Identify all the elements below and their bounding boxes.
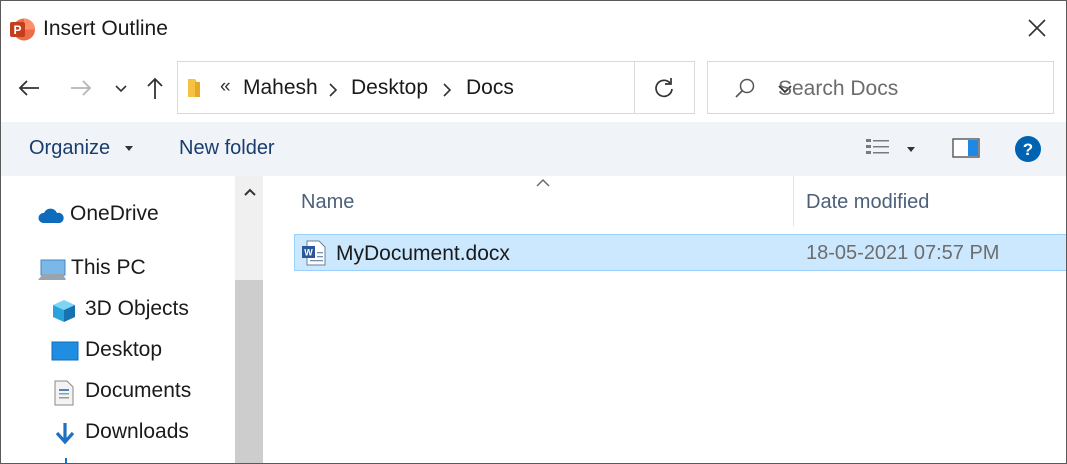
scroll-up-arrow-icon[interactable] [243,186,257,198]
breadcrumb-chevron-icon[interactable] [327,82,339,98]
desktop-icon [51,341,79,361]
search-icon [735,78,755,98]
navigation-pane: OneDrive This PC 3D Objects Desktop Docu… [1,176,263,463]
folder-icon [188,79,200,97]
insert-outline-dialog: P Insert Outline « Mahesh Desktop Docs S… [0,0,1067,464]
address-row: « Mahesh Desktop Docs Search Docs [1,59,1066,115]
nav-item-label: Documents [85,379,192,402]
breadcrumb-mahesh[interactable]: Mahesh [243,76,318,100]
organize-label: Organize [29,137,111,159]
this-pc-icon [38,259,66,280]
up-button[interactable] [141,73,169,103]
svg-text:?: ? [1023,140,1033,159]
breadcrumb-chevron-icon[interactable] [441,82,453,98]
svg-text:W: W [304,248,313,258]
forward-button[interactable] [67,73,95,103]
refresh-icon [655,78,673,98]
search-box[interactable]: Search Docs [707,61,1054,114]
view-options-icon[interactable] [865,137,891,159]
breadcrumb-docs[interactable]: Docs [466,76,514,100]
sort-ascending-icon [536,178,550,187]
column-divider[interactable] [793,176,794,226]
documents-icon [54,380,74,406]
nav-item-label: Desktop [85,338,163,361]
caret-down-icon [124,145,133,151]
svg-text:P: P [13,23,21,37]
dialog-title: Insert Outline [43,17,168,40]
file-name: MyDocument.docx [336,242,510,265]
view-dropdown-caret-icon[interactable] [906,146,916,154]
column-header-name[interactable]: Name [301,191,354,214]
nav-item-label: Downloads [85,420,189,443]
powerpoint-icon: P [10,18,35,41]
word-document-icon: W [302,240,326,266]
nav-item-label: This PC [71,256,146,279]
onedrive-icon [38,208,64,223]
close-button[interactable] [1022,13,1052,43]
file-date-modified: 18-05-2021 07:57 PM [806,242,1000,264]
preview-pane-icon[interactable] [952,137,980,159]
breadcrumb-overflow[interactable]: « [220,76,231,98]
refresh-button[interactable] [635,61,695,114]
breadcrumb-desktop[interactable]: Desktop [351,76,428,100]
recent-locations-chevron-icon[interactable] [111,73,131,103]
help-icon[interactable]: ? [1014,135,1042,163]
back-button[interactable] [15,73,43,103]
address-bar[interactable]: « Mahesh Desktop Docs [177,61,792,114]
organize-button[interactable]: Organize [29,137,134,160]
file-list: Name Date modified W MyDocument.docx 18-… [263,176,1066,463]
nav-item-label: 3D Objects [85,297,189,320]
downloads-icon [55,423,75,445]
command-bar: Organize New folder ? [1,122,1066,176]
file-row[interactable]: W MyDocument.docx 18-05-2021 07:57 PM [294,234,1066,271]
scrollbar-thumb[interactable] [235,280,263,463]
music-icon-partial [65,458,67,463]
search-placeholder: Search Docs [778,77,899,100]
new-folder-button[interactable]: New folder [179,137,275,160]
nav-item-label: OneDrive [70,202,159,225]
column-header-date-modified[interactable]: Date modified [806,191,929,214]
3d-objects-icon [53,300,75,322]
title-bar: P Insert Outline [1,1,1066,57]
